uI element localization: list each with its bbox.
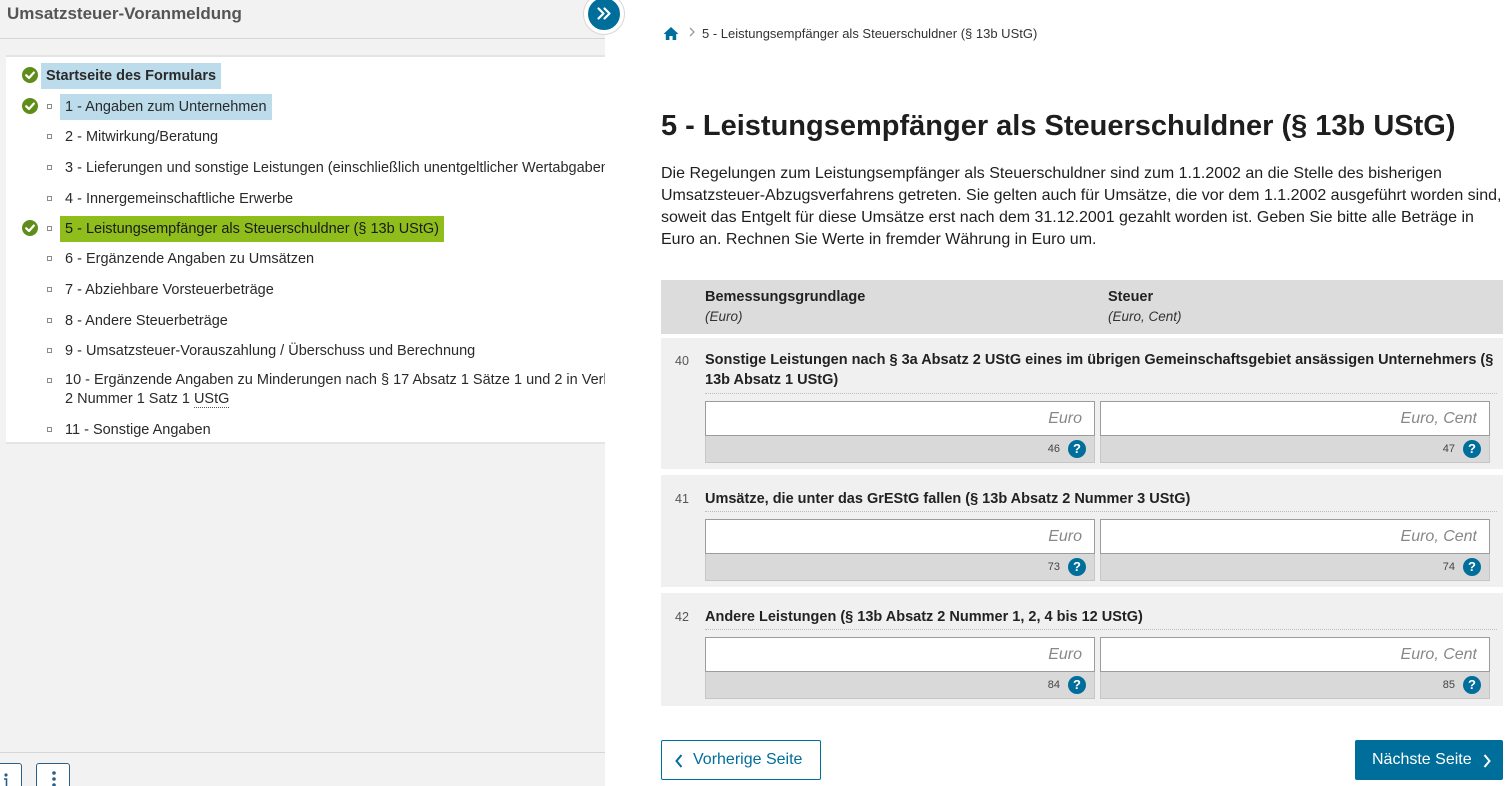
column-header-base: Bemessungsgrundlage xyxy=(705,289,866,305)
tax-amount-input[interactable] xyxy=(1100,401,1490,436)
row-divider xyxy=(705,393,1497,394)
nav-item-label: 4 - Innergemeinschaftliche Erwerbe xyxy=(65,191,294,207)
bullet-icon xyxy=(47,318,52,323)
help-icon[interactable]: ? xyxy=(1068,440,1086,458)
row-number: 40 xyxy=(675,354,689,368)
next-page-button[interactable]: Nächste Seite xyxy=(1355,740,1503,780)
field-footer: 46 ? xyxy=(705,436,1095,463)
nav-item-label: 7 - Abziehbare Vorsteuerbeträge xyxy=(65,282,274,298)
more-menu-button[interactable] xyxy=(36,763,70,786)
check-circle-icon xyxy=(22,67,38,83)
row-number: 42 xyxy=(675,610,689,624)
breadcrumb-current: 5 - Leistungsempfänger als Steuerschuldn… xyxy=(702,26,1038,41)
more-vertical-icon xyxy=(52,771,56,786)
bullet-icon xyxy=(47,165,52,170)
help-icon[interactable]: ? xyxy=(1068,558,1086,576)
sidebar-divider xyxy=(0,38,605,39)
row-label: Umsätze, die unter das GrEStG fallen (§ … xyxy=(705,491,1191,507)
nav-item-label-prefix: 2 Nummer 1 Satz 1 xyxy=(65,391,194,407)
form-row-41: 41 Umsätze, die unter das GrEStG fallen … xyxy=(661,475,1503,587)
chevron-left-icon xyxy=(675,754,683,768)
main-content: 5 - Leistungsempfänger als Steuerschuldn… xyxy=(605,0,1510,786)
bullet-icon xyxy=(47,134,52,139)
column-header-tax: Steuer xyxy=(1108,289,1154,305)
sidebar-footer-divider xyxy=(0,752,605,753)
sidebar-title: Umsatzsteuer-Voranmeldung xyxy=(7,4,242,23)
check-circle-icon xyxy=(22,220,38,236)
field-tax-85: 85 ? xyxy=(1100,637,1490,700)
bullet-icon xyxy=(47,348,52,353)
check-circle-icon xyxy=(22,98,38,114)
nav-item-label: 2 - Mitwirkung/Beratung xyxy=(65,129,219,145)
bullet-icon xyxy=(47,427,52,432)
field-footer: 85 ? xyxy=(1100,672,1490,699)
page-title: 5 - Leistungsempfänger als Steuerschuldn… xyxy=(661,110,1456,142)
tax-amount-input[interactable] xyxy=(1100,637,1490,672)
field-base-84: 84 ? xyxy=(705,637,1095,700)
double-chevron-right-icon xyxy=(597,7,611,20)
base-amount-input[interactable] xyxy=(705,637,1095,672)
nav-item-label: 8 - Andere Steuerbeträge xyxy=(65,313,228,329)
nav-item-label: 1 - Angaben zum Unternehmen xyxy=(60,94,272,120)
help-icon[interactable]: ? xyxy=(1463,676,1481,694)
bullet-icon xyxy=(47,196,52,201)
field-code: 74 xyxy=(1442,561,1455,573)
row-label: Andere Leistungen (§ 13b Absatz 2 Nummer… xyxy=(705,609,1143,625)
home-icon[interactable] xyxy=(663,26,679,44)
row-label: Sonstige Leistungen nach § 3a Absatz 2 U… xyxy=(705,352,1494,388)
nav-item-label: Startseite des Formulars xyxy=(41,63,222,89)
nav-item-label: 3 - Lieferungen und sonstige Leistungen … xyxy=(65,160,605,176)
nav-item-label: 11 - Sonstige Angaben xyxy=(65,422,211,438)
sidebar: Umsatzsteuer-Voranmeldung Startseite des… xyxy=(0,0,605,786)
base-amount-input[interactable] xyxy=(705,519,1095,554)
field-footer: 47 ? xyxy=(1100,436,1490,463)
previous-page-label: Vorherige Seite xyxy=(693,751,803,768)
bullet-icon xyxy=(47,287,52,292)
field-footer: 84 ? xyxy=(705,672,1095,699)
abbreviation: UStG xyxy=(193,391,230,408)
nav-item-label-line1: 10 - Ergänzende Angaben zu Minderungen n… xyxy=(65,372,605,388)
next-page-label: Nächste Seite xyxy=(1372,751,1472,768)
chevron-right-icon xyxy=(688,26,696,41)
field-footer: 74 ? xyxy=(1100,554,1490,581)
bullet-icon xyxy=(47,256,52,261)
nav-item-label: 5 - Leistungsempfänger als Steuerschuldn… xyxy=(60,216,444,242)
form-row-40: 40 Sonstige Leistungen nach § 3a Absatz … xyxy=(661,338,1503,469)
field-tax-47: 47 ? xyxy=(1100,401,1490,464)
base-amount-input[interactable] xyxy=(705,401,1095,436)
column-subheader-tax: (Euro, Cent) xyxy=(1108,309,1182,324)
field-code: 47 xyxy=(1442,443,1455,455)
field-base-46: 46 ? xyxy=(705,401,1095,464)
row-number: 41 xyxy=(675,492,689,506)
nav-item-label: 6 - Ergänzende Angaben zu Umsätzen xyxy=(65,251,315,267)
field-code: 73 xyxy=(1047,561,1060,573)
help-icon[interactable]: ? xyxy=(1463,558,1481,576)
table-header: Bemessungsgrundlage (Euro) Steuer (Euro,… xyxy=(661,280,1503,334)
info-icon xyxy=(4,773,8,786)
row-divider xyxy=(705,629,1497,630)
nav-item-label-line2: 2 Nummer 1 Satz 1 UStG xyxy=(65,390,230,409)
previous-page-button[interactable]: Vorherige Seite xyxy=(661,740,821,780)
bullet-icon xyxy=(47,104,52,109)
help-icon[interactable]: ? xyxy=(1463,440,1481,458)
nav-item-label: 9 - Umsatzsteuer-Vorauszahlung / Übersch… xyxy=(65,343,476,359)
field-footer: 73 ? xyxy=(705,554,1095,581)
chevron-right-icon xyxy=(1483,754,1491,768)
info-button[interactable] xyxy=(0,763,22,786)
help-icon[interactable]: ? xyxy=(1068,676,1086,694)
column-subheader-base: (Euro) xyxy=(705,309,743,324)
intro-text: Die Regelungen zum Leistungsempfänger al… xyxy=(661,165,1502,248)
field-code: 85 xyxy=(1442,679,1455,691)
field-tax-74: 74 ? xyxy=(1100,519,1490,582)
bullet-icon xyxy=(47,378,52,383)
tax-amount-input[interactable] xyxy=(1100,519,1490,554)
form-row-42: 42 Andere Leistungen (§ 13b Absatz 2 Num… xyxy=(661,593,1503,706)
form-navigation: Startseite des Formulars 1 - Angaben zum… xyxy=(6,55,605,444)
row-divider xyxy=(705,511,1497,512)
field-code: 46 xyxy=(1047,443,1060,455)
toggle-sidebar-button[interactable] xyxy=(584,0,624,34)
field-code: 84 xyxy=(1047,679,1060,691)
field-base-73: 73 ? xyxy=(705,519,1095,582)
bullet-icon xyxy=(47,226,52,231)
